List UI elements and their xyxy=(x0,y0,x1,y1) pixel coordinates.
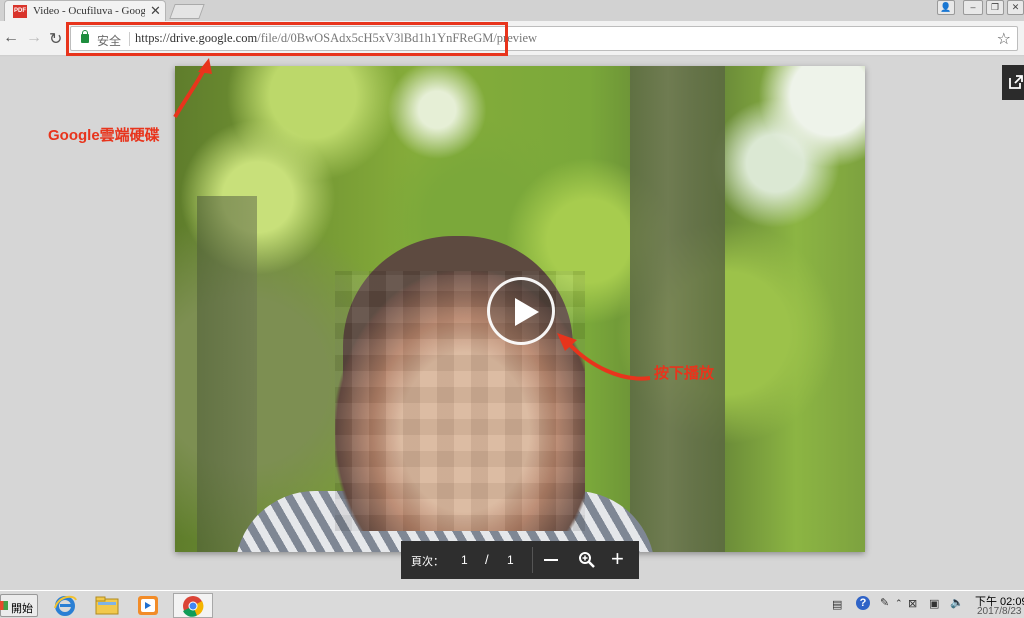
pagebar-divider xyxy=(532,547,533,573)
zoom-in-icon[interactable]: + xyxy=(611,546,624,572)
zoom-search-icon[interactable] xyxy=(578,551,596,569)
clock-date[interactable]: 2017/8/23 xyxy=(977,606,1022,617)
annotation-arrows xyxy=(173,58,651,381)
media-player-icon[interactable] xyxy=(135,594,161,617)
drive-annotation-label: Google雲端硬碟 xyxy=(48,127,160,144)
zoom-out-icon[interactable] xyxy=(544,559,558,561)
start-button[interactable]: 開始 xyxy=(0,594,38,617)
chrome-taskbar-button[interactable] xyxy=(173,593,213,618)
page-label: 頁次： xyxy=(411,556,444,568)
current-page[interactable]: 1 xyxy=(461,553,468,567)
tray-expand-icon[interactable]: ⌃ xyxy=(895,598,903,609)
start-label: 開始 xyxy=(11,603,33,615)
total-pages: 1 xyxy=(507,553,514,567)
volume-icon[interactable]: 🔈 xyxy=(950,596,964,609)
file-explorer-icon[interactable] xyxy=(94,594,120,617)
page-separator: / xyxy=(485,552,489,567)
drive-arrowhead xyxy=(198,58,212,74)
screen: PDF Video - Ocufiluva - Google ✕ 👤 – ❐ ✕… xyxy=(0,0,1024,618)
play-arrow xyxy=(568,343,651,381)
network-icon[interactable]: ▣ xyxy=(929,597,939,610)
network-warning-icon[interactable]: ⊠ xyxy=(908,597,917,610)
chrome-icon xyxy=(183,596,204,617)
internet-explorer-icon[interactable] xyxy=(52,594,78,617)
help-icon[interactable]: ? xyxy=(856,596,870,610)
pen-icon[interactable]: ✎ xyxy=(880,596,889,609)
drive-arrow xyxy=(173,67,207,119)
windows-taskbar: 開始 ▤ ? ✎ ⌃ ⊠ ▣ 🔈 下午 02:09 2017/8/23 xyxy=(0,590,1024,618)
page-navigation-bar: 頁次： 1 / 1 + xyxy=(401,541,639,579)
play-annotation-label: 按下播放 xyxy=(654,365,715,382)
keyboard-icon[interactable]: ▤ xyxy=(832,598,842,611)
